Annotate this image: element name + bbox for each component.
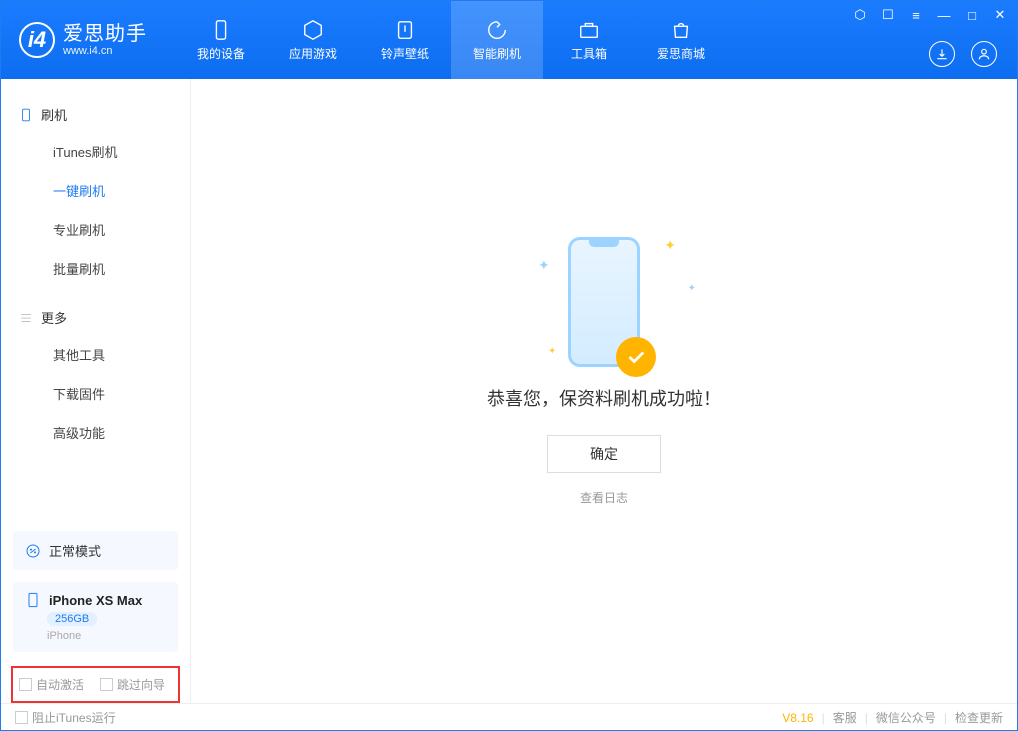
logo-area: i4 爱思助手 www.i4.cn	[1, 1, 165, 79]
nav-store[interactable]: 爱思商城	[635, 1, 727, 79]
nav-toolbox[interactable]: 工具箱	[543, 1, 635, 79]
side-group-more: 更多 其他工具 下载固件 高级功能	[1, 300, 190, 452]
sidebar: 刷机 iTunes刷机 一键刷机 专业刷机 批量刷机 更多 其他工具 下载固件 …	[1, 79, 191, 703]
logo-text: 爱思助手 www.i4.cn	[63, 23, 147, 57]
nav-smart-flash[interactable]: 智能刷机	[451, 1, 543, 79]
ok-button[interactable]: 确定	[547, 435, 661, 473]
minimize-button[interactable]: —	[935, 8, 953, 23]
shirt-icon[interactable]: ⬡	[851, 7, 869, 23]
side-item-advanced[interactable]: 高级功能	[1, 413, 190, 452]
cube-icon	[302, 19, 324, 41]
nav-my-device[interactable]: 我的设备	[175, 1, 267, 79]
sparkle-icon: ✦	[664, 237, 676, 254]
wechat-link[interactable]: 微信公众号	[876, 709, 936, 726]
app-url: www.i4.cn	[63, 45, 147, 57]
nav-label: 我的设备	[197, 45, 245, 62]
user-icon[interactable]	[971, 41, 997, 67]
mode-icon	[25, 543, 41, 559]
header-right-icons	[929, 41, 997, 67]
device-name: iPhone XS Max	[49, 593, 142, 608]
nav-label: 智能刷机	[473, 45, 521, 62]
maximize-button[interactable]: □	[963, 8, 981, 23]
nav-label: 铃声壁纸	[381, 45, 429, 62]
view-log-link[interactable]: 查看日志	[580, 489, 628, 506]
side-item-other-tools[interactable]: 其他工具	[1, 335, 190, 374]
auto-activate-checkbox[interactable]: 自动激活	[19, 676, 84, 693]
toolbox-icon	[578, 19, 600, 41]
side-header-label: 更多	[41, 308, 67, 327]
app-header: i4 爱思助手 www.i4.cn 我的设备 应用游戏 铃声壁纸 智能刷机 工具…	[1, 1, 1017, 79]
check-badge-icon	[616, 337, 656, 377]
main-content: ✦ ✦ ✦ ✦ 恭喜您，保资料刷机成功啦！ 确定 查看日志	[191, 79, 1017, 703]
side-item-download-firmware[interactable]: 下载固件	[1, 374, 190, 413]
nav-label: 爱思商城	[657, 45, 705, 62]
sparkle-icon: ✦	[688, 283, 696, 294]
side-item-itunes-flash[interactable]: iTunes刷机	[1, 132, 190, 171]
nav-label: 应用游戏	[289, 45, 337, 62]
auto-activate-label: 自动激活	[36, 676, 84, 693]
block-itunes-label: 阻止iTunes运行	[32, 709, 116, 726]
phone-outline-icon	[19, 108, 33, 122]
menu-icon[interactable]: ≡	[907, 8, 925, 23]
side-item-pro-flash[interactable]: 专业刷机	[1, 210, 190, 249]
side-header-flash: 刷机	[1, 97, 190, 132]
sparkle-icon: ✦	[538, 257, 550, 274]
nav-ringtones[interactable]: 铃声壁纸	[359, 1, 451, 79]
window-controls: ⬡ ☐ ≡ — □ ✕	[851, 7, 1009, 23]
side-header-more: 更多	[1, 300, 190, 335]
mode-label: 正常模式	[49, 541, 101, 560]
skip-guide-checkbox[interactable]: 跳过向导	[100, 676, 165, 693]
device-box[interactable]: iPhone XS Max 256GB iPhone	[13, 582, 178, 652]
phone-icon	[210, 19, 232, 41]
block-itunes-checkbox[interactable]: 阻止iTunes运行	[15, 709, 116, 726]
skip-guide-label: 跳过向导	[117, 676, 165, 693]
side-item-batch-flash[interactable]: 批量刷机	[1, 249, 190, 288]
check-update-link[interactable]: 检查更新	[955, 709, 1003, 726]
side-header-label: 刷机	[41, 105, 67, 124]
nav-apps[interactable]: 应用游戏	[267, 1, 359, 79]
mode-box[interactable]: 正常模式	[13, 531, 178, 570]
close-button[interactable]: ✕	[991, 7, 1009, 23]
version-label: V8.16	[782, 711, 813, 725]
success-illustration: ✦ ✦ ✦ ✦	[568, 237, 640, 367]
device-capacity: 256GB	[47, 612, 97, 626]
options-row: 自动激活 跳过向导	[11, 666, 180, 703]
body-area: 刷机 iTunes刷机 一键刷机 专业刷机 批量刷机 更多 其他工具 下载固件 …	[1, 79, 1017, 703]
lock-icon[interactable]: ☐	[879, 7, 897, 23]
nav-tabs: 我的设备 应用游戏 铃声壁纸 智能刷机 工具箱 爱思商城	[175, 1, 727, 79]
sparkle-icon: ✦	[548, 346, 556, 357]
refresh-icon	[486, 19, 508, 41]
music-icon	[394, 19, 416, 41]
bag-icon	[670, 19, 692, 41]
footer: 阻止iTunes运行 V8.16 | 客服 | 微信公众号 | 检查更新	[1, 703, 1017, 731]
device-type: iPhone	[47, 630, 81, 642]
success-message: 恭喜您，保资料刷机成功啦！	[487, 385, 721, 411]
footer-right: V8.16 | 客服 | 微信公众号 | 检查更新	[782, 709, 1003, 726]
download-icon[interactable]	[929, 41, 955, 67]
side-item-onekey-flash[interactable]: 一键刷机	[1, 171, 190, 210]
logo-icon: i4	[19, 22, 55, 58]
customer-service-link[interactable]: 客服	[833, 709, 857, 726]
app-title: 爱思助手	[63, 23, 147, 45]
device-phone-icon	[25, 592, 41, 608]
list-icon	[19, 311, 33, 325]
nav-label: 工具箱	[571, 45, 607, 62]
side-group-flash: 刷机 iTunes刷机 一键刷机 专业刷机 批量刷机	[1, 97, 190, 288]
